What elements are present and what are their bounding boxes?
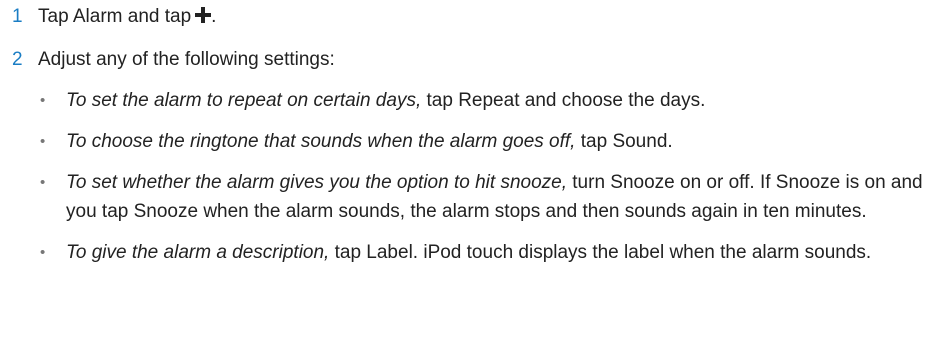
plus-icon [195,7,212,23]
setting-description: To choose the ringtone that sounds when … [66,131,576,152]
step-number: 2 [12,49,23,70]
setting-description: To give the alarm a description, [66,242,330,263]
bullet-marker: • [40,92,46,109]
step-2: 2 Adjust any of the following settings: [12,47,335,73]
bullet-marker: • [40,174,46,191]
settings-list: • To set the alarm to repeat on certain … [38,86,938,279]
setting-action: tap Repeat and choose the days. [421,90,706,111]
setting-action: tap Sound. [575,131,673,152]
list-item-repeat: • To set the alarm to repeat on certain … [38,86,938,115]
step-number: 1 [12,6,23,27]
instruction-page: 1 Tap Alarm and tap. 2 Adjust any of the f… [0,0,940,354]
step-1: 1 Tap Alarm and tap. [12,4,216,30]
list-item-label: • To give the alarm a description, tap L… [38,238,938,267]
bullet-marker: • [40,133,46,150]
step-text: Adjust any of the following settings: [38,49,335,70]
bullet-marker: • [40,244,46,261]
step-text: Tap Alarm and tap [38,6,192,27]
step-text-suffix: . [211,6,217,27]
setting-description: To set the alarm to repeat on certain da… [66,90,422,111]
setting-description: To set whether the alarm gives you the o… [66,172,567,193]
setting-action: tap Label. iPod touch displays the label… [329,242,872,263]
list-item-sound: • To choose the ringtone that sounds whe… [38,127,938,156]
list-item-snooze: • To set whether the alarm gives you the… [38,168,938,226]
